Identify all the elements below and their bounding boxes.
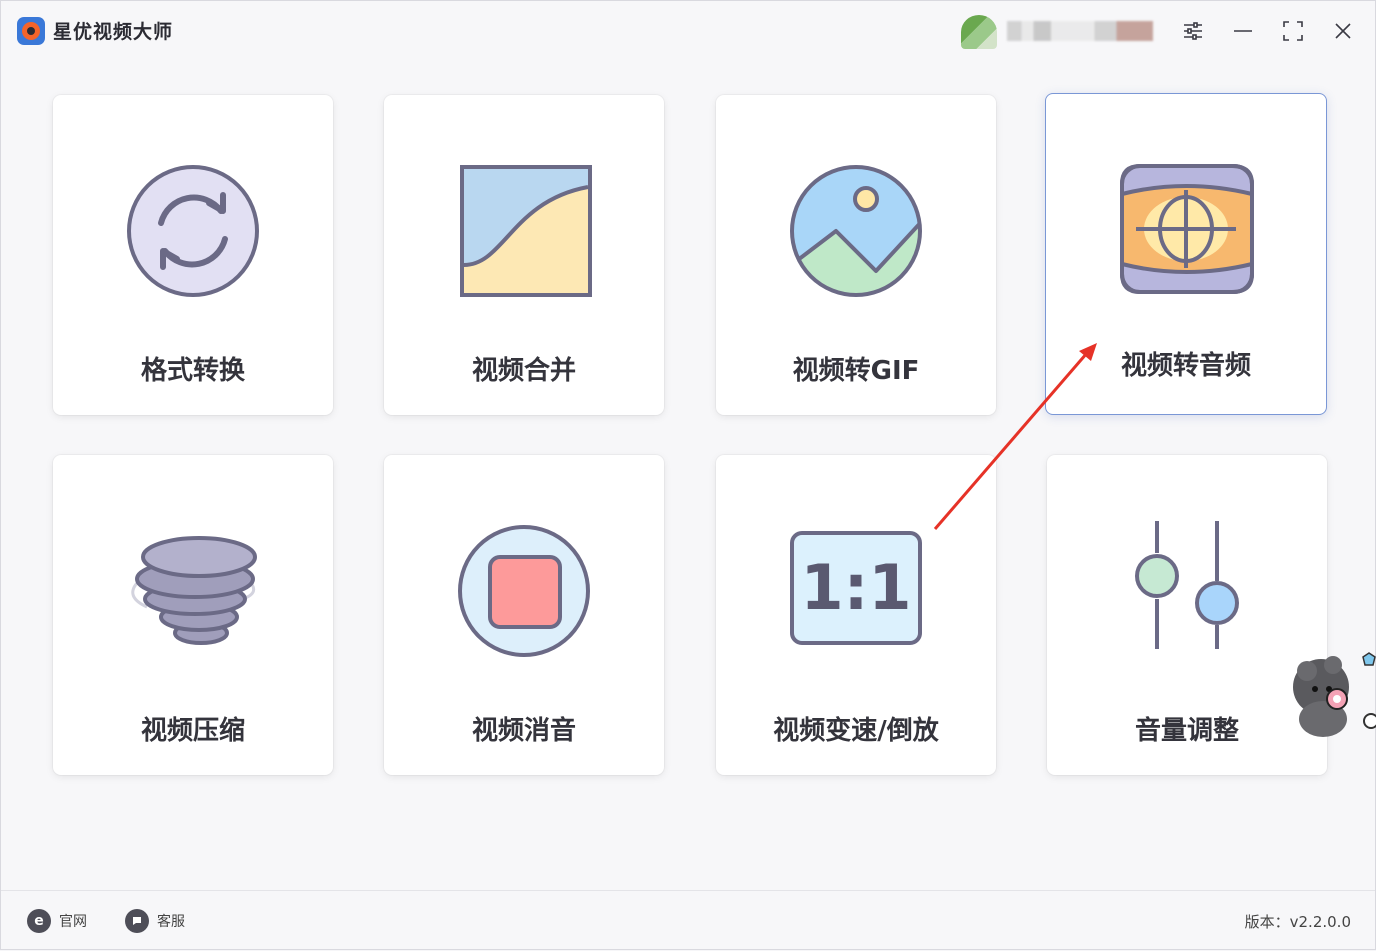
- minimize-button[interactable]: [1229, 17, 1257, 45]
- card-video-compress[interactable]: 视频压缩: [53, 455, 333, 775]
- tornado-icon: [131, 536, 257, 645]
- merge-icon: [460, 165, 592, 297]
- globe-audio-icon: [1120, 164, 1254, 294]
- user-avatar[interactable]: [961, 15, 997, 49]
- card-video-mute[interactable]: 视频消音: [384, 455, 664, 775]
- website-link[interactable]: e 官网: [27, 908, 87, 934]
- app-logo: [17, 17, 45, 45]
- support-label: 客服: [157, 914, 185, 930]
- card-label: 视频消音: [471, 716, 576, 746]
- card-label: 视频变速/倒放: [773, 716, 939, 746]
- stop-icon: [458, 525, 590, 657]
- settings-button[interactable]: [1179, 17, 1207, 45]
- image-icon: [790, 165, 922, 297]
- version-text: 版本：v2.2.0.0: [1244, 913, 1351, 931]
- card-label: 视频转GIF: [792, 356, 920, 386]
- convert-icon: [127, 165, 259, 297]
- close-icon: [1335, 23, 1351, 39]
- close-button[interactable]: [1329, 17, 1357, 45]
- title-bar: 星优视频大师: [1, 1, 1375, 61]
- maximize-button[interactable]: [1279, 17, 1307, 45]
- card-video-to-audio[interactable]: 视频转音频: [1045, 93, 1327, 415]
- browser-e-icon: e: [27, 909, 51, 933]
- chat-bubble-icon: [125, 909, 149, 933]
- website-label: 官网: [59, 914, 87, 930]
- card-label: 视频压缩: [140, 716, 245, 746]
- card-label: 视频合并: [471, 356, 576, 386]
- card-format-convert[interactable]: 格式转换: [53, 95, 333, 415]
- support-link[interactable]: 客服: [125, 908, 185, 934]
- ratio-text: 1:1: [800, 551, 911, 624]
- card-video-merge[interactable]: 视频合并: [384, 95, 664, 415]
- card-label: 视频转音频: [1120, 351, 1251, 381]
- settings-sliders-icon: [1184, 22, 1202, 40]
- card-label: 格式转换: [140, 356, 245, 386]
- card-video-to-gif[interactable]: 视频转GIF: [716, 95, 996, 415]
- card-video-speed-reverse[interactable]: 1:1 视频变速/倒放: [716, 455, 996, 775]
- mascot-sticker: [1293, 652, 1376, 737]
- app-window: 星优视频大师 格式转换 视频合并 视频转GIF 视频转音频 视频压缩 视频消音 …: [0, 0, 1376, 950]
- volume-sliders-icon: [1135, 521, 1239, 649]
- minimize-icon: [1234, 30, 1252, 32]
- maximize-icon: [1283, 21, 1303, 41]
- footer-divider: [1, 890, 1375, 891]
- app-title: 星优视频大师: [53, 21, 174, 43]
- ratio-icon: 1:1: [790, 531, 922, 645]
- user-name-blurred: [1007, 21, 1153, 41]
